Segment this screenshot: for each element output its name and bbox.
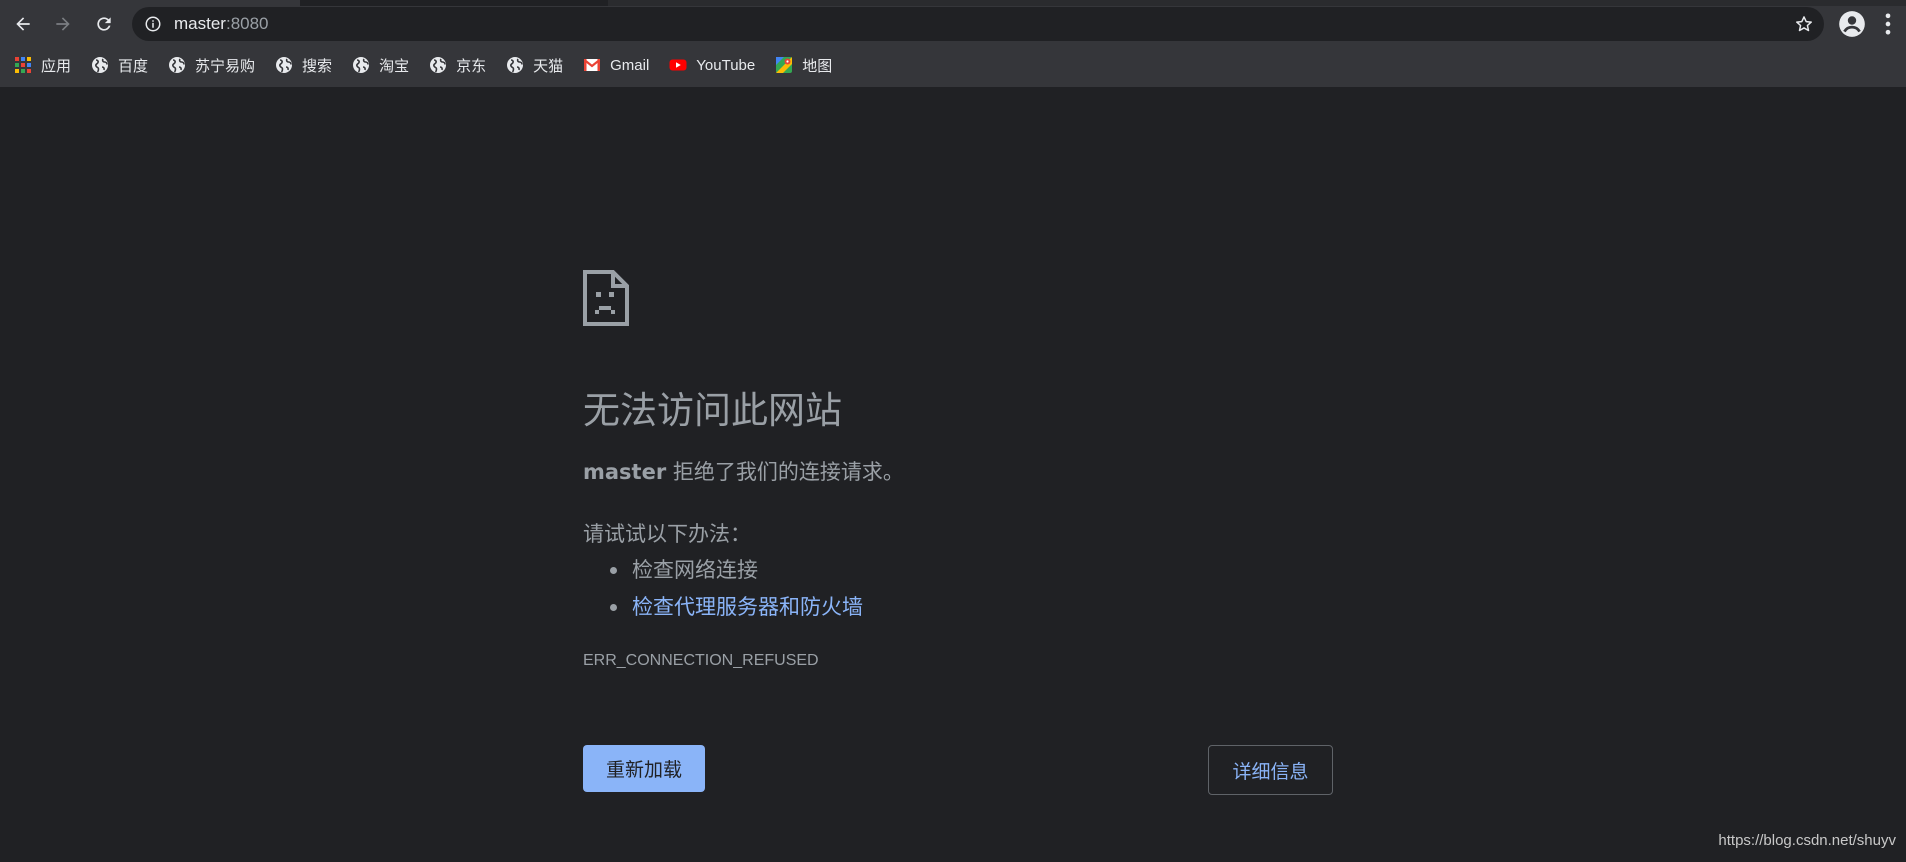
bookmark-label: YouTube [696, 56, 756, 74]
globe-icon [353, 57, 370, 73]
maps-icon [776, 57, 793, 73]
bookmark-label: 京东 [456, 57, 487, 75]
suggestion-check-network: 检查网络连接 [583, 552, 863, 589]
back-button[interactable] [7, 8, 39, 40]
bookmark-maps[interactable]: 地图 [775, 55, 832, 76]
profile-avatar-icon[interactable] [1838, 10, 1866, 38]
bookmark-suning[interactable]: 苏宁易购 [168, 55, 255, 76]
forward-arrow-icon [56, 17, 70, 31]
reload-button[interactable]: 重新加载 [583, 745, 705, 792]
forward-button[interactable] [47, 8, 79, 40]
error-host: master [583, 460, 667, 484]
bookmark-baidu[interactable]: 百度 [91, 55, 148, 76]
bookmark-label: Gmail [610, 56, 650, 74]
bookmark-label: 搜索 [302, 57, 333, 75]
bookmark-label: 百度 [118, 57, 149, 75]
url-port: :8080 [225, 14, 269, 33]
reload-icon [97, 17, 111, 31]
url-host: master [174, 14, 226, 33]
youtube-icon [669, 59, 687, 71]
bookmark-tmall[interactable]: 天猫 [506, 55, 563, 76]
address-url[interactable]: master:8080 [174, 7, 269, 41]
globe-icon [169, 57, 186, 73]
apps-grid-icon [15, 57, 31, 73]
bookmark-search[interactable]: 搜索 [275, 55, 332, 76]
more-menu-icon[interactable] [1880, 10, 1896, 38]
bookmark-label: 天猫 [533, 57, 564, 75]
bookmark-gmail[interactable]: Gmail [583, 56, 649, 74]
info-icon[interactable] [144, 15, 162, 33]
globe-icon [92, 57, 109, 73]
active-tab[interactable] [0, 0, 300, 6]
bookmark-apps[interactable]: 应用 [14, 55, 71, 76]
main-message: master 拒绝了我们的连接请求。 [583, 456, 904, 486]
suggestion-check-proxy-link[interactable]: 检查代理服务器和防火墙 [583, 589, 863, 626]
watermark: https://blog.csdn.net/shuyv [1718, 832, 1896, 849]
inactive-tab-area[interactable] [608, 0, 1906, 6]
globe-icon [507, 57, 524, 73]
bookmark-label: 淘宝 [379, 57, 410, 75]
bookmark-star-icon[interactable] [1794, 14, 1814, 34]
suggestions-heading: 请试试以下办法： [583, 522, 751, 546]
suggestions-list: 检查网络连接 检查代理服务器和防火墙 [583, 552, 863, 626]
bookmark-taobao[interactable]: 淘宝 [352, 55, 409, 76]
bookmark-label: 苏宁易购 [195, 57, 256, 75]
bookmark-youtube[interactable]: YouTube [669, 56, 755, 74]
details-button[interactable]: 详细信息 [1208, 745, 1333, 795]
tab-strip [0, 0, 1906, 6]
error-message-text: 拒绝了我们的连接请求。 [666, 460, 904, 484]
bookmark-jd[interactable]: 京东 [429, 55, 486, 76]
bookmark-label: 地图 [802, 57, 833, 75]
error-code: ERR_CONNECTION_REFUSED [583, 652, 819, 669]
globe-icon [276, 57, 293, 73]
reload-toolbar-button[interactable] [88, 8, 120, 40]
back-arrow-icon [16, 17, 30, 31]
bookmark-label: 应用 [41, 57, 72, 75]
sad-page-icon [583, 270, 629, 326]
address-bar[interactable]: master:8080 [132, 7, 1824, 41]
bookmarks-bar: 应用 百度 苏宁易购 搜索 淘宝 京东 天猫 Gmail YouTube 地图 [0, 50, 852, 80]
browser-toolbar: master:8080 应用 百度 苏宁易购 搜索 淘宝 京东 天猫 Gmail… [0, 0, 1906, 87]
gmail-icon [583, 59, 601, 71]
globe-icon [430, 57, 447, 73]
page-title: 无法访问此网站 [583, 389, 842, 432]
